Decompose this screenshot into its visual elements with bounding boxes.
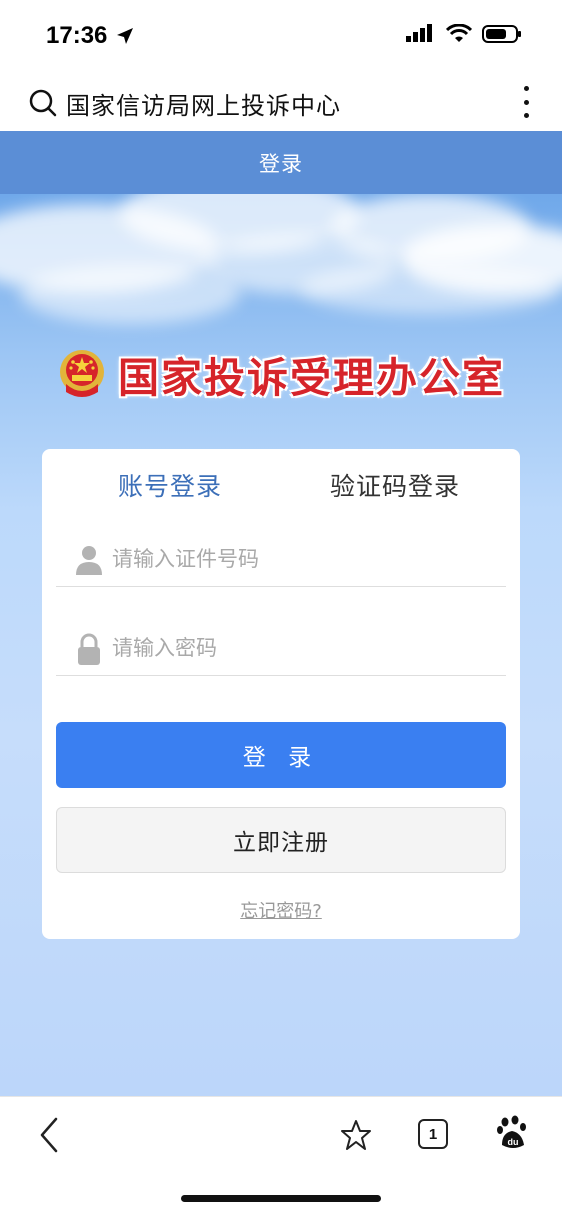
user-icon (76, 546, 102, 575)
register-button[interactable]: 立即注册 (56, 807, 506, 873)
signal-icon (406, 24, 432, 42)
status-bar: 17:36 (0, 0, 562, 74)
browser-address-bar[interactable]: 国家信访局网上投诉中心 (0, 74, 562, 130)
browser-page-title[interactable]: 国家信访局网上投诉中心 (66, 86, 341, 121)
tab-code-login[interactable]: 验证码登录 (330, 467, 460, 503)
tab-count: 1 (428, 1125, 438, 1143)
tabs-icon[interactable]: 1 (418, 1119, 448, 1149)
id-number-field (56, 537, 506, 587)
agency-banner: 国家投诉受理办公室 (58, 344, 505, 404)
svg-text:du: du (508, 1137, 519, 1147)
status-time: 17:36 (46, 22, 135, 50)
search-icon[interactable] (28, 88, 58, 118)
tab-account-login[interactable]: 账号登录 (118, 467, 222, 503)
page-title: 登录 (259, 151, 303, 176)
wifi-icon (446, 24, 472, 42)
login-button[interactable]: 登 录 (56, 722, 506, 788)
home-indicator (181, 1195, 381, 1202)
more-vertical-icon[interactable] (518, 82, 534, 122)
browser-toolbar: 1 du (0, 1096, 562, 1215)
id-number-input[interactable] (112, 541, 492, 577)
battery-icon (482, 25, 521, 43)
page-header: 登录 (0, 131, 562, 194)
agency-title: 国家投诉受理办公室 (118, 354, 505, 402)
login-tabs: 账号登录 验证码登录 (42, 467, 520, 507)
time-text: 17:36 (46, 22, 108, 49)
national-emblem-icon (60, 350, 104, 397)
location-arrow-icon (117, 28, 134, 44)
password-input[interactable] (112, 630, 492, 666)
login-card: 账号登录 验证码登录 登 录 立即注册 忘记密码? (42, 449, 520, 939)
baidu-paw-icon[interactable]: du (496, 1115, 530, 1151)
status-icons (406, 24, 522, 44)
back-icon[interactable] (38, 1117, 60, 1153)
password-field (56, 626, 506, 676)
star-icon[interactable] (340, 1119, 372, 1151)
lock-icon (78, 633, 100, 665)
forgot-password-link[interactable]: 忘记密码? (42, 897, 520, 923)
